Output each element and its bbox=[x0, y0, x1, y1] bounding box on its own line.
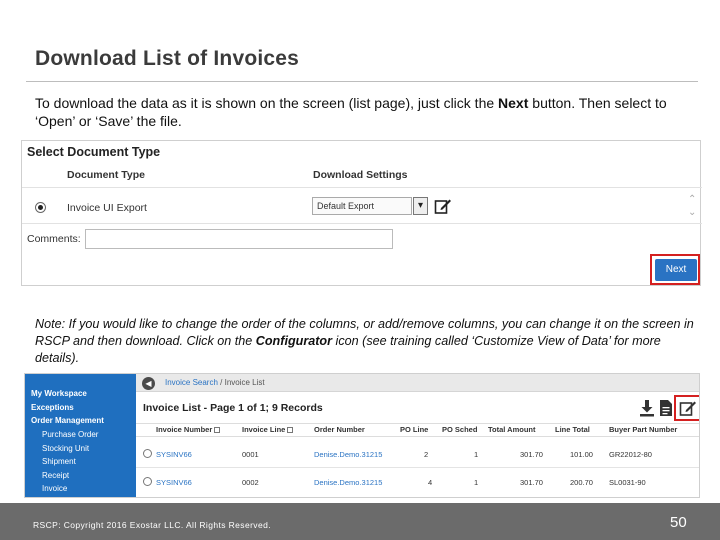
comments-input[interactable] bbox=[85, 229, 393, 249]
total-amount-cell: 301.70 bbox=[520, 450, 543, 459]
invoice-number-link[interactable]: SYSINV66 bbox=[156, 478, 192, 487]
comments-label: Comments: bbox=[27, 233, 81, 245]
column-line-total[interactable]: Line Total bbox=[555, 425, 590, 434]
buyer-part-cell: GR22012-80 bbox=[609, 450, 652, 459]
sidebar: My Workspace Exceptions Order Management… bbox=[25, 374, 136, 497]
column-po-line[interactable]: PO Line bbox=[400, 425, 428, 434]
list-title: Invoice List - Page 1 of 1; 9 Records bbox=[143, 402, 323, 414]
line-total-cell: 101.00 bbox=[570, 450, 593, 459]
chevron-down-icon[interactable]: ▾ bbox=[413, 197, 428, 215]
column-invoice-number[interactable]: Invoice Number bbox=[156, 425, 221, 434]
sidebar-item-shipment[interactable]: Shipment bbox=[42, 457, 76, 466]
intro-text: To download the data as it is shown on t… bbox=[35, 95, 667, 129]
column-total-amount[interactable]: Total Amount bbox=[488, 425, 536, 434]
document-icon[interactable] bbox=[659, 399, 673, 417]
column-download-settings: Download Settings bbox=[313, 169, 408, 181]
lock-icon bbox=[287, 427, 294, 434]
invoice-line-cell: 0002 bbox=[242, 478, 259, 487]
sidebar-item-receipt[interactable]: Receipt bbox=[42, 471, 69, 480]
po-sched-cell: 1 bbox=[474, 450, 479, 459]
invoice-list-panel: My Workspace Exceptions Order Management… bbox=[24, 373, 700, 498]
column-order-number[interactable]: Order Number bbox=[314, 425, 365, 434]
sidebar-item-exceptions[interactable]: Exceptions bbox=[31, 403, 74, 412]
column-buyer-part-number[interactable]: Buyer Part Number bbox=[609, 425, 677, 434]
po-line-cell: 2 bbox=[424, 450, 429, 459]
row-divider bbox=[22, 223, 702, 224]
download-settings-select[interactable]: Default Export bbox=[312, 197, 412, 215]
back-arrow-icon[interactable]: ◀ bbox=[142, 377, 155, 390]
copyright-text: RSCP: Copyright 2016 Exostar LLC. All Ri… bbox=[33, 520, 271, 530]
note-text: Note: If you would like to change the or… bbox=[35, 317, 694, 365]
row-divider bbox=[136, 467, 699, 468]
document-type-radio[interactable] bbox=[35, 202, 46, 213]
lock-icon bbox=[214, 427, 221, 434]
sidebar-item-invoice[interactable]: Invoice bbox=[42, 484, 67, 493]
po-sched-cell: 1 bbox=[474, 478, 479, 487]
panel-header: Select Document Type bbox=[27, 145, 161, 159]
column-document-type: Document Type bbox=[67, 169, 145, 181]
row-select-radio[interactable] bbox=[143, 449, 152, 458]
order-number-link[interactable]: Denise.Demo.31215 bbox=[314, 478, 382, 487]
sidebar-item-my-workspace[interactable]: My Workspace bbox=[31, 389, 87, 398]
breadcrumb-link[interactable]: Invoice Search bbox=[165, 378, 218, 387]
po-line-cell: 4 bbox=[428, 478, 433, 487]
configurator-icon[interactable] bbox=[679, 399, 697, 417]
column-po-sched[interactable]: PO Sched bbox=[442, 425, 477, 434]
column-invoice-line[interactable]: Invoice Line bbox=[242, 425, 294, 434]
slide-title: Download List of Invoices bbox=[35, 47, 300, 70]
document-type-name: Invoice UI Export bbox=[67, 202, 147, 214]
page-number: 50 bbox=[670, 514, 687, 531]
footer-bar: RSCP: Copyright 2016 Exostar LLC. All Ri… bbox=[0, 503, 720, 540]
invoice-line-cell: 0001 bbox=[242, 450, 259, 459]
line-total-cell: 200.70 bbox=[570, 478, 593, 487]
buyer-part-cell: SL0031-90 bbox=[609, 478, 646, 487]
sidebar-item-stocking-unit[interactable]: Stocking Unit bbox=[42, 444, 89, 453]
select-document-type-panel: Select Document Type Document Type Downl… bbox=[21, 140, 702, 286]
scroll-down-icon[interactable]: ⌄ bbox=[688, 207, 696, 218]
header-divider bbox=[22, 187, 702, 188]
download-icon[interactable] bbox=[639, 399, 655, 417]
invoice-number-link[interactable]: SYSINV66 bbox=[156, 450, 192, 459]
edit-icon[interactable] bbox=[434, 197, 452, 215]
row-select-radio[interactable] bbox=[143, 477, 152, 486]
sidebar-item-purchase-order[interactable]: Purchase Order bbox=[42, 430, 98, 439]
breadcrumb: Invoice Search / Invoice List bbox=[165, 378, 265, 387]
sidebar-item-order-management[interactable]: Order Management bbox=[31, 416, 104, 425]
next-button[interactable]: Next bbox=[655, 259, 697, 281]
title-divider bbox=[26, 81, 698, 82]
breadcrumb-current: / Invoice List bbox=[217, 378, 265, 387]
scroll-up-icon[interactable]: ⌃ bbox=[688, 194, 696, 205]
order-number-link[interactable]: Denise.Demo.31215 bbox=[314, 450, 382, 459]
total-amount-cell: 301.70 bbox=[520, 478, 543, 487]
